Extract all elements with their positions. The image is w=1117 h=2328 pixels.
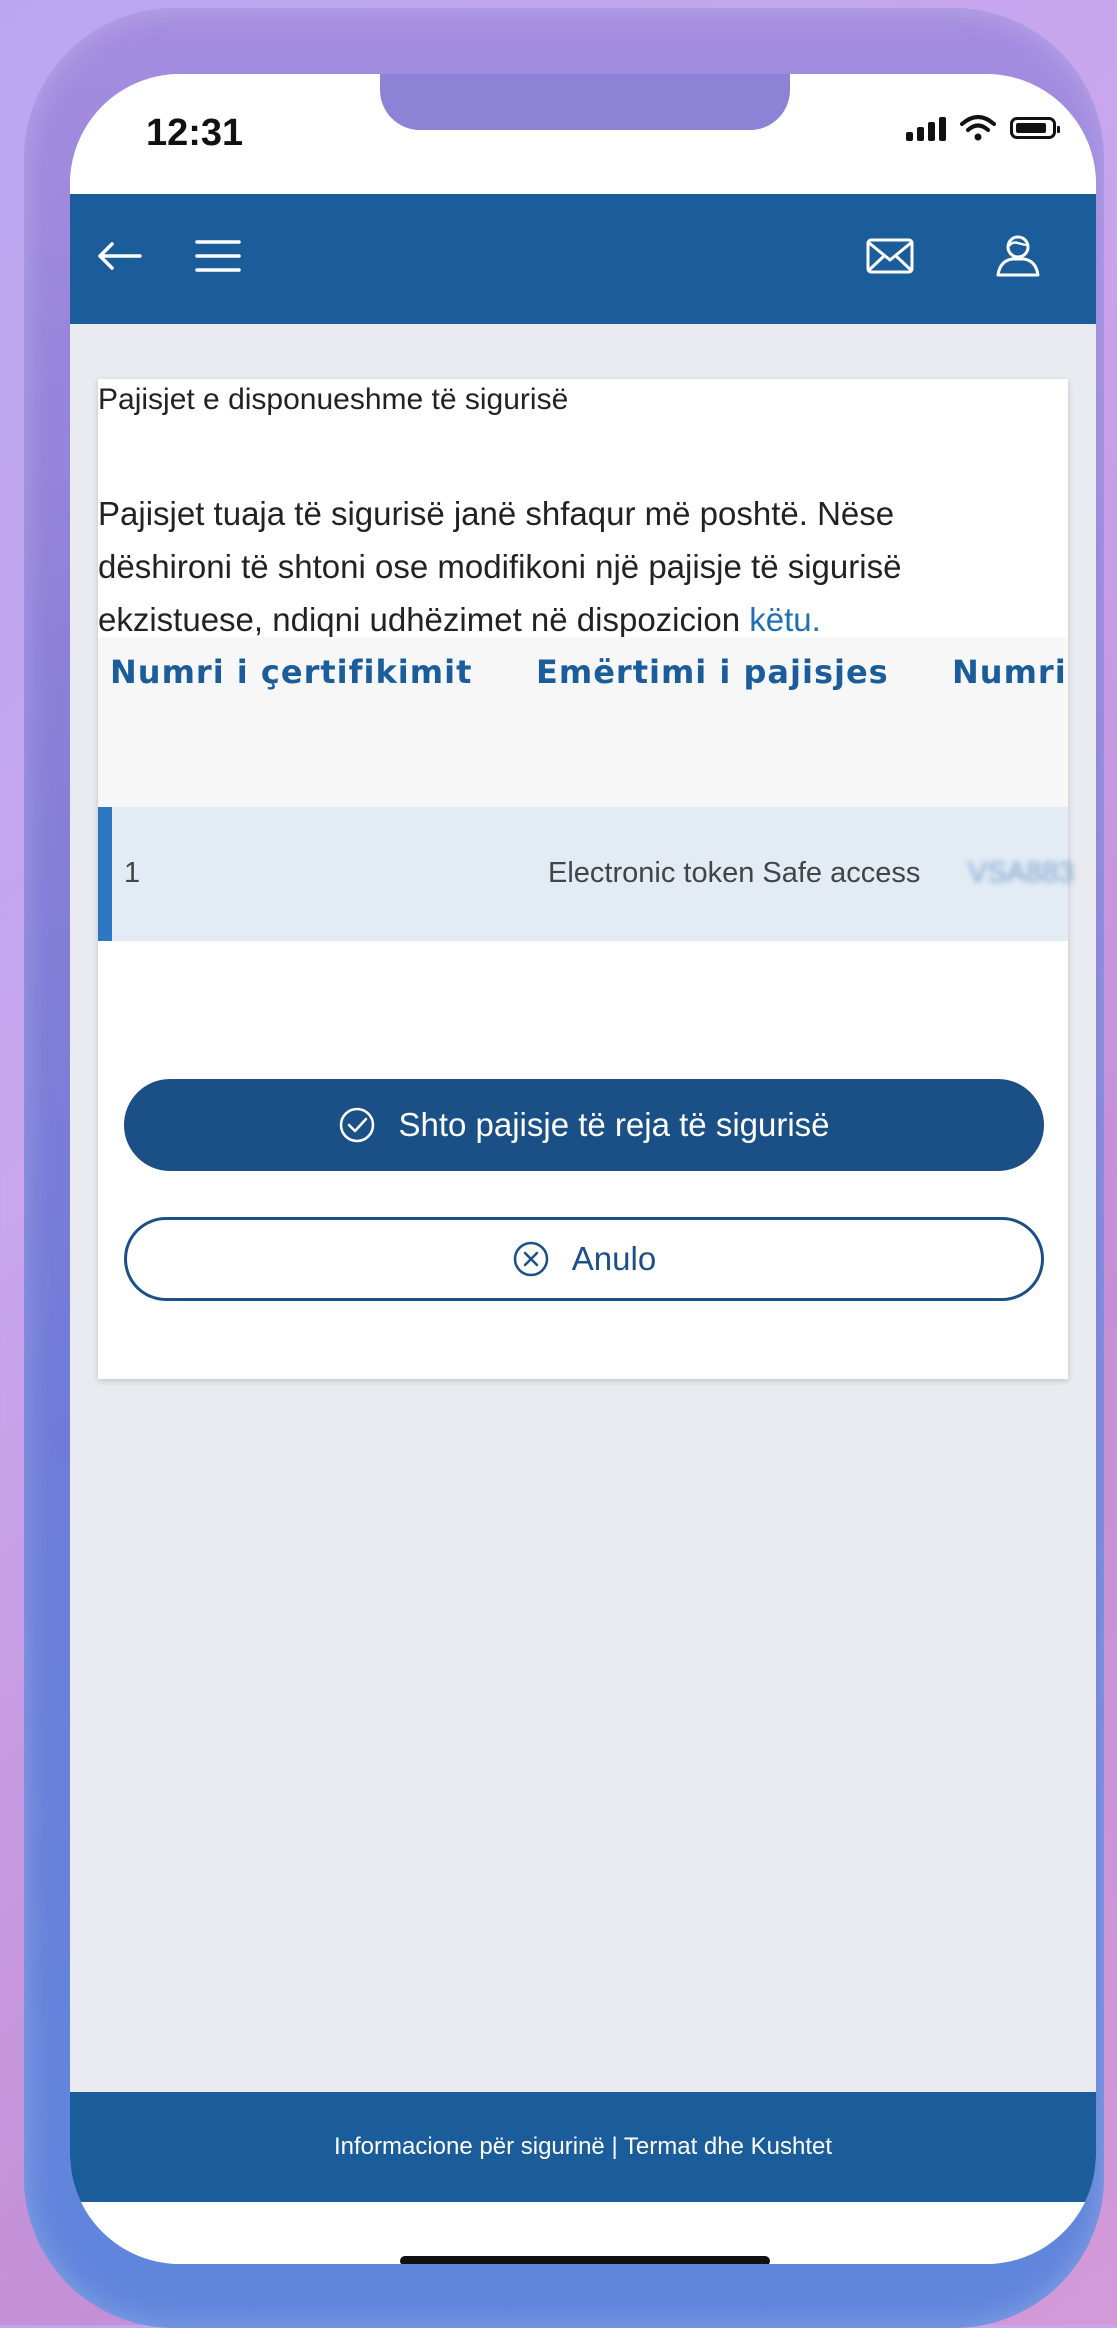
cancel-button-label: Anulo [571,1240,657,1277]
instructions-link[interactable]: këtu. [749,601,821,638]
add-button-label: Shto pajisje të reja të sigurisë [398,1106,830,1143]
home-indicator[interactable] [400,2256,770,2264]
cancel-button[interactable]: Anulo [124,1217,1044,1301]
wifi-icon [960,115,996,141]
signal-icon [906,115,946,141]
check-circle-icon [338,1106,376,1144]
user-icon[interactable] [988,226,1048,286]
bottom-safe-area [70,2202,1096,2264]
column-header-certification-number[interactable]: Numri i çertifikimit [110,653,472,691]
close-circle-icon [512,1240,550,1278]
notch [380,74,790,130]
arrow-left-icon[interactable] [90,226,150,286]
battery-icon [1010,117,1060,139]
phone-screen: 12:31 Pajisjet e disponueshme të siguris… [70,74,1096,2264]
cell-serial-number: VSA883 [968,857,1075,889]
card-title: Pajisjet e disponueshme të sigurisë [98,383,569,416]
add-security-device-button[interactable]: Shto pajisje të reja të sigurisë [124,1079,1044,1171]
footer-links[interactable]: Informacione për sigurinë | Termat dhe K… [334,2133,832,2161]
table-header: Numri i çertifikimit Emërtimi i pajisjes… [98,637,1068,807]
column-header-number[interactable]: Numri [952,653,1067,691]
row-selection-accent [98,807,112,941]
status-time: 12:31 [146,112,244,154]
hamburger-icon[interactable] [188,226,248,286]
table-row[interactable]: 1 Electronic token Safe access VSA883 [98,807,1074,941]
column-header-device-name[interactable]: Emërtimi i pajisjes [536,653,889,691]
app-header [70,194,1096,324]
security-devices-card: Pajisjet e disponueshme të sigurisë Paji… [98,379,1074,1379]
cell-certification-number: 1 [124,857,141,889]
envelope-icon[interactable] [860,226,920,286]
footer: Informacione për sigurinë | Termat dhe K… [70,2092,1096,2202]
system-icons [906,114,1060,142]
card-description: Pajisjet tuaja të sigurisë janë shfaqur … [98,487,1018,646]
cell-device-name: Electronic token Safe access [548,857,921,889]
